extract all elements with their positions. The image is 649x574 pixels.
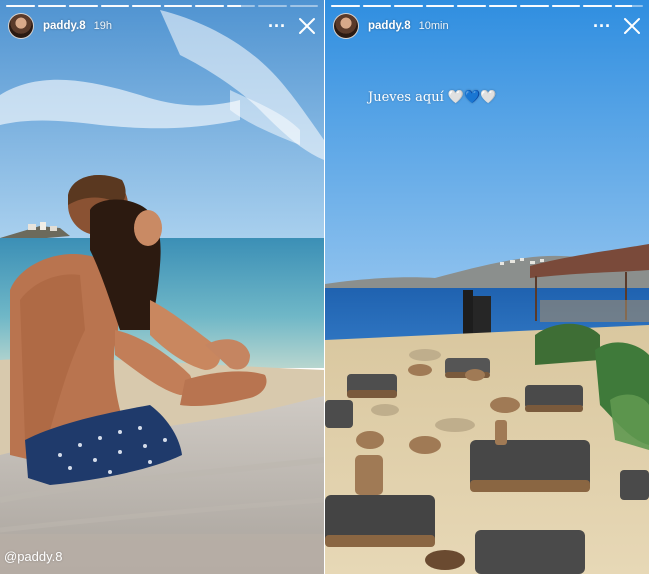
progress-segment bbox=[551, 5, 580, 7]
close-icon[interactable] bbox=[623, 17, 641, 35]
progress-segment bbox=[425, 5, 454, 7]
progress-segment bbox=[195, 5, 224, 7]
progress-segment bbox=[394, 5, 423, 7]
story-timestamp: 19h bbox=[93, 20, 112, 32]
progress-segment bbox=[132, 5, 161, 7]
progress-segment bbox=[100, 5, 129, 7]
avatar[interactable] bbox=[8, 13, 34, 39]
story-header: paddy.8 10min ··· bbox=[333, 13, 641, 39]
story-progress-bar bbox=[6, 5, 318, 7]
avatar[interactable] bbox=[333, 13, 359, 39]
more-options-icon[interactable]: ··· bbox=[268, 17, 286, 35]
story-panel-right[interactable]: paddy.8 10min ··· Jueves aquí 🤍💙🤍 bbox=[325, 0, 649, 574]
progress-segment bbox=[37, 5, 66, 7]
story-header: paddy.8 19h ··· bbox=[8, 13, 316, 39]
progress-segment bbox=[362, 5, 391, 7]
progress-segment bbox=[488, 5, 517, 7]
story-timestamp: 10min bbox=[418, 20, 449, 32]
more-options-icon[interactable]: ··· bbox=[593, 17, 611, 35]
progress-segment bbox=[520, 5, 549, 7]
story-progress-bar bbox=[331, 5, 643, 7]
progress-segment bbox=[163, 5, 192, 7]
story-caption: Jueves aquí 🤍💙🤍 bbox=[368, 90, 497, 105]
beach-club-photo bbox=[325, 0, 649, 574]
progress-segment bbox=[583, 5, 612, 7]
progress-segment bbox=[69, 5, 98, 7]
mention-tag[interactable]: @paddy.8 bbox=[4, 549, 63, 564]
progress-segment bbox=[226, 5, 255, 7]
progress-segment bbox=[6, 5, 35, 7]
progress-segment bbox=[258, 5, 287, 7]
progress-segment bbox=[457, 5, 486, 7]
progress-segment bbox=[614, 5, 643, 7]
progress-segment bbox=[289, 5, 318, 7]
beach-couple-photo bbox=[0, 0, 324, 574]
close-icon[interactable] bbox=[298, 17, 316, 35]
progress-segment bbox=[331, 5, 360, 7]
username[interactable]: paddy.8 bbox=[43, 20, 86, 32]
story-panel-left[interactable]: paddy.8 19h ··· @paddy.8 bbox=[0, 0, 324, 574]
username[interactable]: paddy.8 bbox=[368, 20, 411, 32]
